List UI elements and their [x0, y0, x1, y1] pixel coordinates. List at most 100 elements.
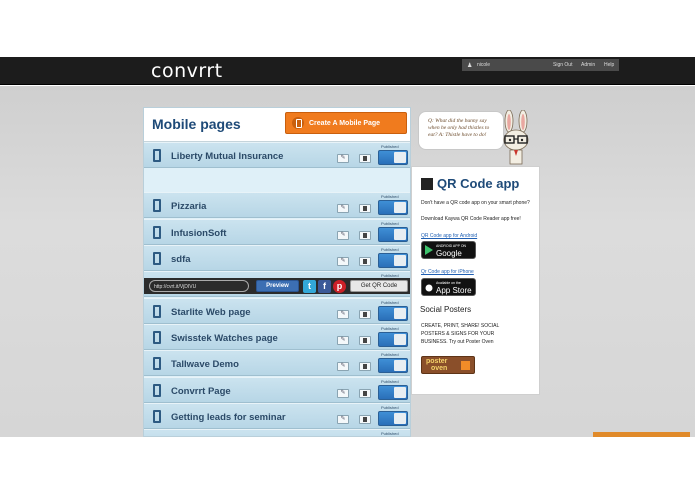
preview-button[interactable]: Preview	[256, 280, 299, 292]
publish-toggle[interactable]	[378, 200, 408, 215]
twitter-icon[interactable]: t	[303, 280, 316, 293]
edit-icon[interactable]: ✎	[337, 362, 349, 371]
publish-toggle[interactable]	[378, 306, 408, 321]
publish-toggle[interactable]	[378, 332, 408, 347]
trash-icon[interactable]	[359, 231, 371, 240]
publish-toggle[interactable]	[378, 358, 408, 373]
published-label: Published	[381, 352, 399, 357]
mobile-phone-icon	[153, 252, 161, 265]
app-store-badge[interactable]: Available on the App Store	[421, 278, 476, 296]
panel-header: Mobile pages Create A Mobile Page	[144, 108, 410, 142]
page-name[interactable]: Convrrt Page	[171, 386, 231, 397]
admin-link[interactable]: Admin	[581, 62, 595, 68]
joke-bubble: Q: What did the bunny say when he only h…	[418, 111, 504, 150]
page-row[interactable]: Starlite Web page ✎ Published	[144, 298, 410, 324]
page-name[interactable]: Tallwave Demo	[171, 359, 239, 370]
page-name[interactable]: Swisstek Watches page	[171, 333, 278, 344]
trash-icon[interactable]	[359, 154, 371, 163]
help-link[interactable]: Help	[604, 62, 614, 68]
top-blank-area	[0, 0, 695, 57]
page-row[interactable]: Pizzaria ✎ Published	[144, 192, 410, 218]
page-row[interactable]: Getting leads for seminar ✎ Published	[144, 403, 410, 429]
play-icon	[425, 245, 433, 255]
apple-icon	[425, 284, 433, 292]
publish-toggle[interactable]	[378, 227, 408, 242]
oven-icon	[461, 361, 470, 370]
pinterest-icon[interactable]: p	[333, 280, 346, 293]
mobile-pages-panel: Mobile pages Create A Mobile Page Libert…	[143, 107, 411, 437]
page-row[interactable]: Swisstek Watches page ✎ Published	[144, 324, 410, 350]
apple-badge-big: App Store	[436, 286, 472, 295]
page-name[interactable]: InfusionSoft	[171, 228, 226, 239]
google-play-badge[interactable]: ANDROID APP ON Google play	[421, 241, 476, 267]
mobile-phone-icon	[153, 410, 161, 423]
google-badge-big: Google play	[436, 249, 462, 267]
mobile-phone-icon	[153, 149, 161, 162]
page-row[interactable]: Facturtle✎Published	[144, 429, 410, 436]
bunny-mascot-icon	[503, 110, 529, 165]
share-bar: http://cvrt.it/VjDIVU Preview t f p Get …	[144, 278, 410, 294]
published-label: Published	[381, 247, 399, 252]
edit-icon[interactable]: ✎	[337, 231, 349, 240]
mobile-phone-icon	[153, 384, 161, 397]
edit-icon[interactable]: ✎	[337, 415, 349, 424]
trash-icon[interactable]	[359, 362, 371, 371]
poster-oven-logo[interactable]: poster oven	[421, 356, 475, 374]
trash-icon[interactable]	[359, 310, 371, 319]
user-bar: ♟ nicole Sign Out Admin Help	[462, 59, 619, 71]
edit-icon[interactable]: ✎	[337, 336, 349, 345]
trash-icon[interactable]	[359, 257, 371, 266]
published-label: Published	[381, 431, 399, 436]
page-name[interactable]: sdfa	[171, 254, 191, 265]
publish-toggle[interactable]	[378, 385, 408, 400]
publish-toggle[interactable]	[378, 253, 408, 268]
edit-icon[interactable]: ✎	[337, 310, 349, 319]
apple-badge-small: Available on the	[436, 281, 461, 285]
iphone-app-link[interactable]: Qr Code app for iPhone	[421, 269, 474, 275]
page-row[interactable]: Liberty Mutual Insurance ✎ Published	[144, 142, 410, 168]
short-url-field[interactable]: http://cvrt.it/VjDIVU	[149, 280, 249, 292]
qr-code-icon	[421, 178, 433, 190]
android-app-link[interactable]: QR Code app for Android	[421, 233, 477, 239]
trash-icon[interactable]	[359, 389, 371, 398]
mobile-icon	[292, 117, 304, 129]
app-window: convrrt ♟ nicole Sign Out Admin Help Mob…	[0, 0, 695, 494]
qr-download-text: Download Kaywa QR Code Reader app free!	[421, 216, 521, 222]
mobile-phone-icon	[153, 199, 161, 212]
get-qr-code-button[interactable]: Get QR Code	[350, 280, 408, 292]
edit-icon[interactable]: ✎	[337, 204, 349, 213]
edit-icon[interactable]: ✎	[337, 389, 349, 398]
social-posters-title: Social Posters	[420, 305, 472, 314]
edit-icon[interactable]: ✎	[337, 257, 349, 266]
mobile-phone-icon	[153, 357, 161, 370]
qr-intro-text: Don't have a QR code app on your smart p…	[421, 200, 530, 206]
trash-icon[interactable]	[359, 336, 371, 345]
page-row[interactable]: Tallwave Demo ✎ Published	[144, 350, 410, 376]
page-name[interactable]: Liberty Mutual Insurance	[171, 151, 283, 162]
published-label: Published	[381, 405, 399, 410]
convrrt-logo[interactable]: convrrt	[151, 60, 223, 82]
sign-out-link[interactable]: Sign Out	[553, 62, 572, 68]
page-row[interactable]: Convrrt Page ✎ Published	[144, 377, 410, 403]
publish-toggle[interactable]	[378, 150, 408, 165]
bottom-blank-area	[0, 437, 695, 494]
page-row[interactable]: sdfa ✎ Published	[144, 245, 410, 271]
facebook-icon[interactable]: f	[318, 280, 331, 293]
trash-icon[interactable]	[359, 415, 371, 424]
trash-icon[interactable]	[359, 204, 371, 213]
published-label: Published	[381, 300, 399, 305]
page-name[interactable]: Pizzaria	[171, 201, 206, 212]
page-name[interactable]: Starlite Web page	[171, 307, 251, 318]
create-button-label: Create A Mobile Page	[309, 120, 381, 127]
published-label: Published	[381, 221, 399, 226]
published-label: Published	[381, 144, 399, 149]
edit-icon[interactable]: ✎	[337, 154, 349, 163]
mobile-phone-icon	[153, 331, 161, 344]
page-row[interactable]: InfusionSoft ✎ Published	[144, 219, 410, 245]
create-mobile-page-button[interactable]: Create A Mobile Page	[285, 112, 407, 134]
page-name[interactable]: Getting leads for seminar	[171, 412, 286, 423]
user-icon: ♟	[467, 63, 473, 69]
publish-toggle[interactable]	[378, 411, 408, 426]
mobile-phone-icon	[153, 305, 161, 318]
published-label: Published	[381, 326, 399, 331]
